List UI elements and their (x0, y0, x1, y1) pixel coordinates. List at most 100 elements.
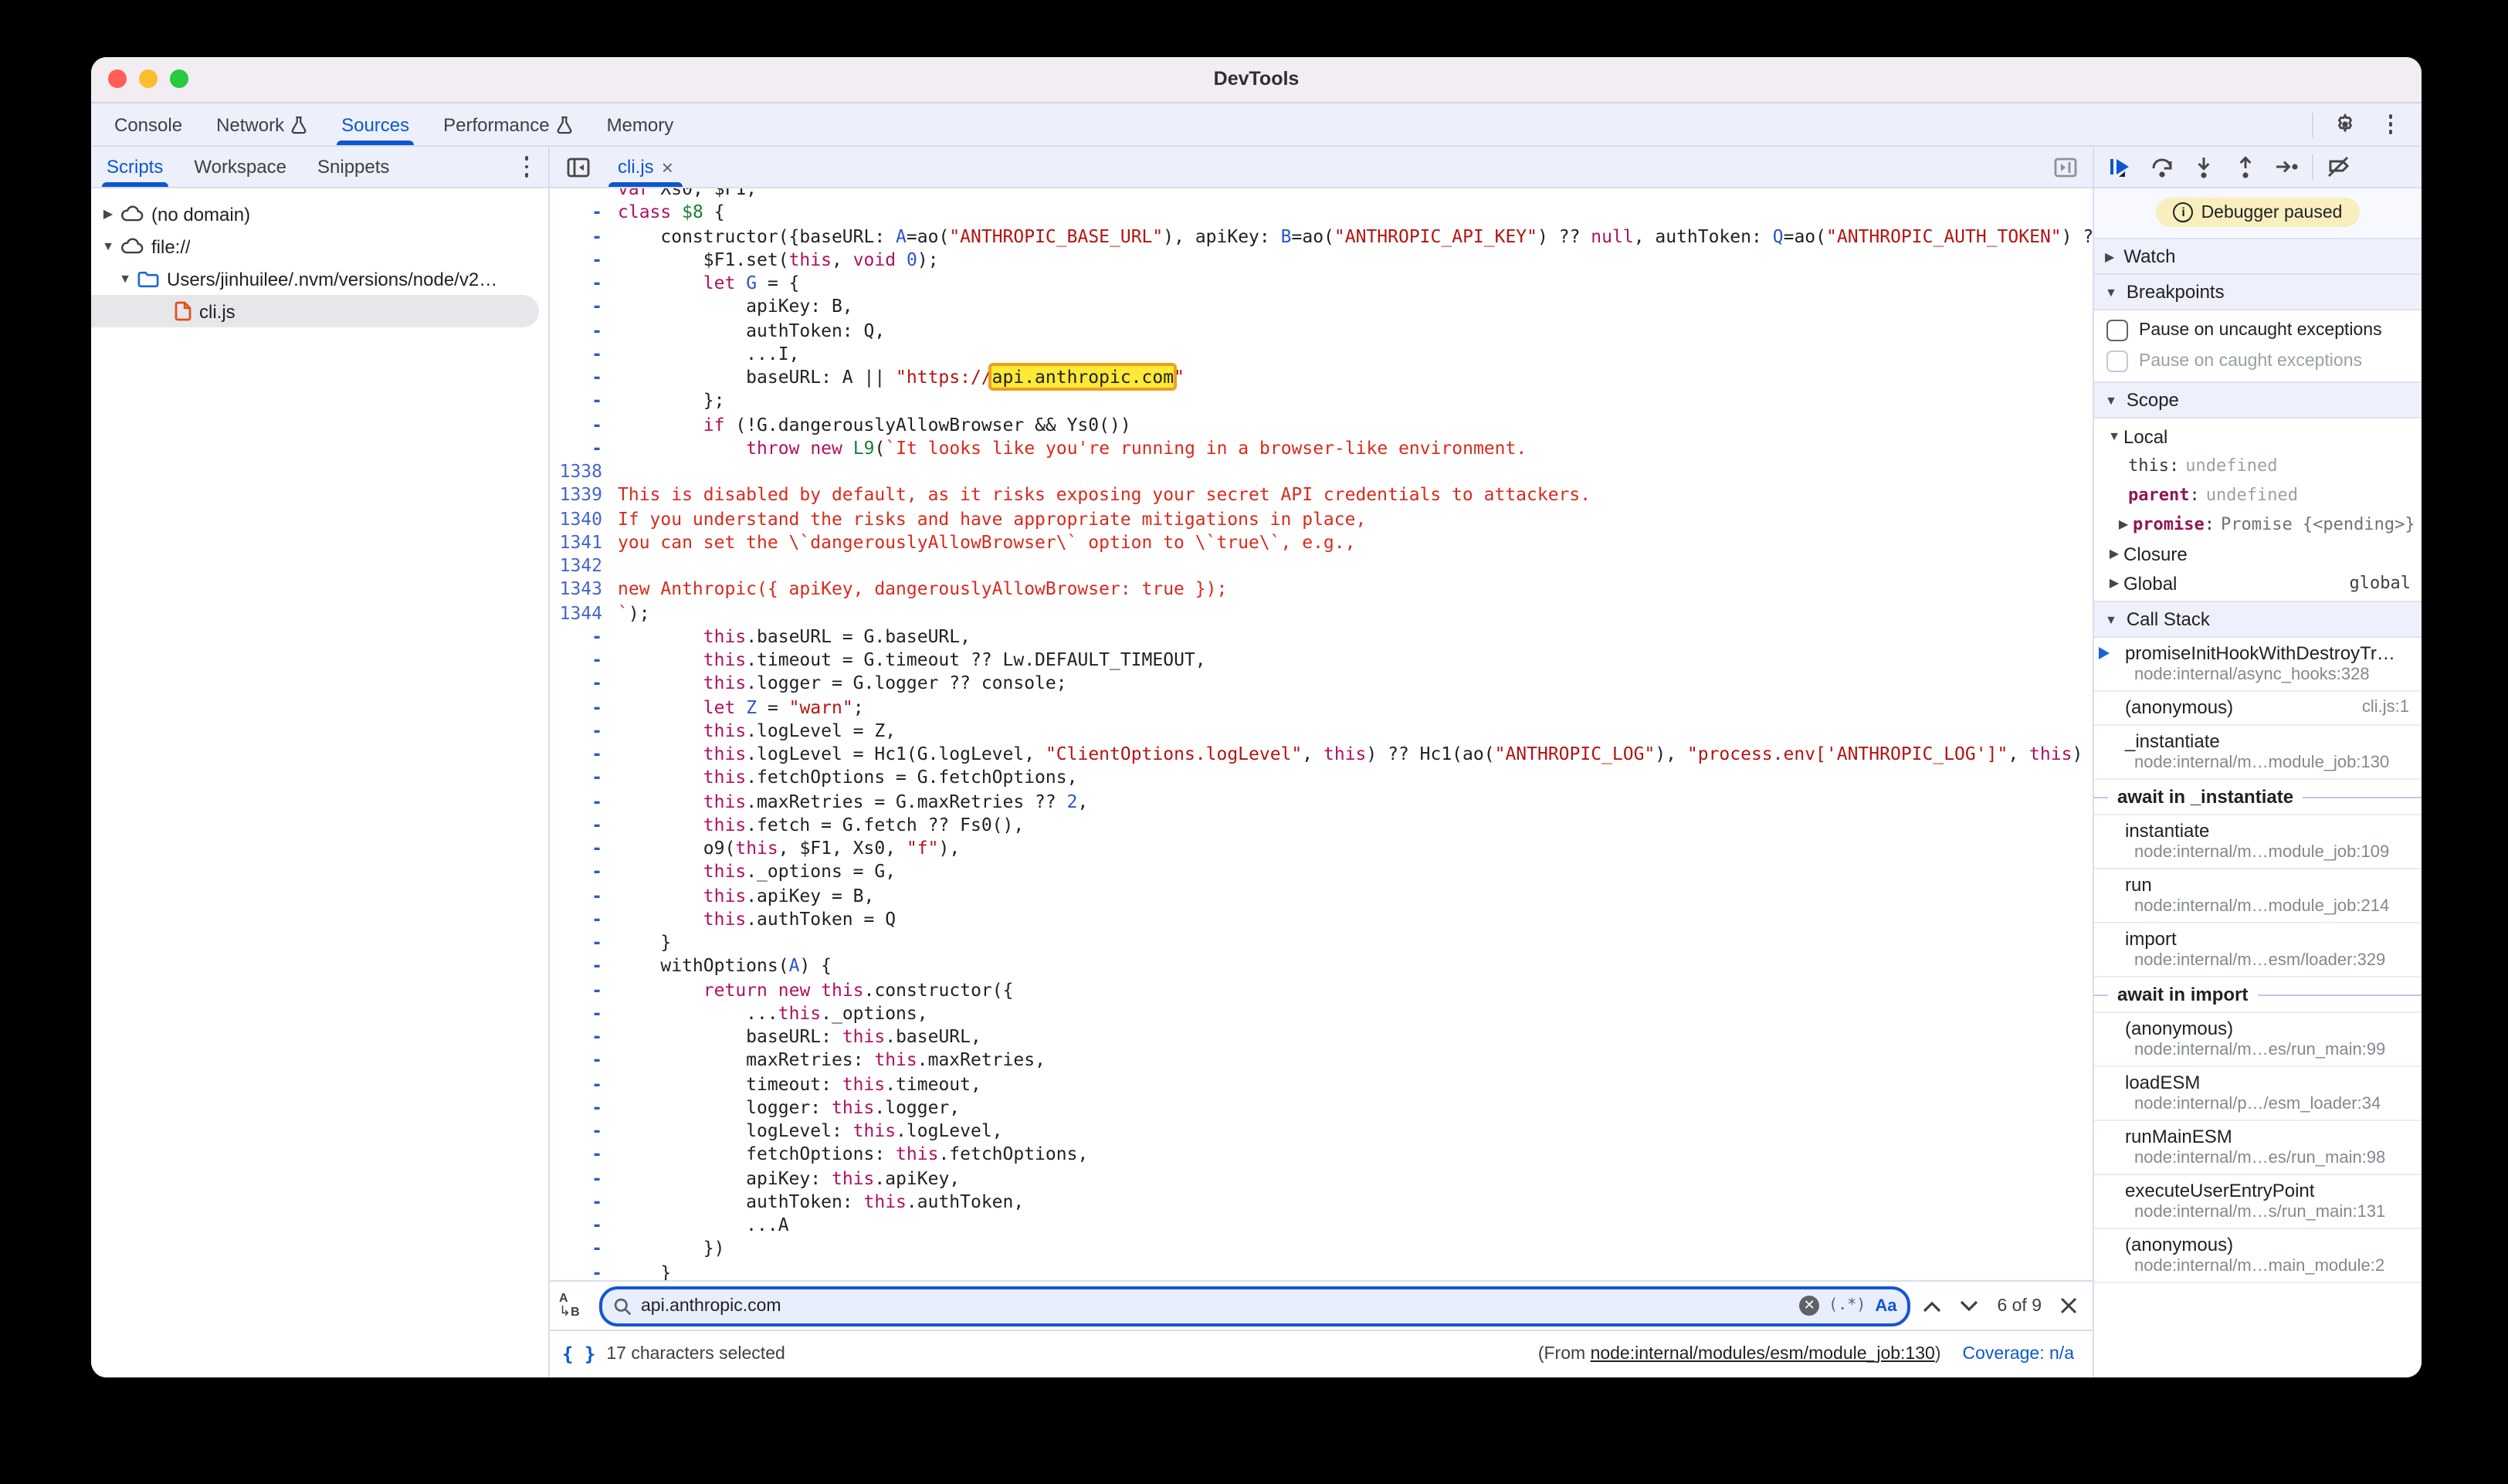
gutter-line[interactable]: - (550, 720, 602, 744)
scope-row[interactable]: ▶promise:Promise {<pending>} (2094, 510, 2422, 539)
breakpoints-section-header[interactable]: ▼ Breakpoints (2094, 275, 2422, 310)
scope-section-header[interactable]: ▼ Scope (2094, 381, 2422, 418)
scope-row[interactable]: ▼Local (2094, 422, 2422, 451)
gutter-line[interactable]: - (550, 319, 602, 343)
navigator-tab-workspace[interactable]: Workspace (178, 147, 302, 187)
gutter-line[interactable]: - (550, 343, 602, 367)
gutter-line[interactable]: - (550, 884, 602, 908)
gutter-line[interactable]: - (550, 1167, 602, 1191)
call-stack-frame[interactable]: (anonymous)cli.js:1 (2094, 692, 2422, 726)
gutter-line[interactable]: - (550, 673, 602, 696)
gutter-line[interactable]: - (550, 1072, 602, 1096)
gutter-line[interactable]: - (550, 814, 602, 838)
gutter-line[interactable]: - (550, 202, 602, 225)
deactivate-breakpoints-icon[interactable] (2321, 151, 2355, 182)
coverage-link[interactable]: Coverage: n/a (1963, 1345, 2075, 1364)
match-case-toggle[interactable]: Aa (1875, 1296, 1896, 1315)
gutter-line[interactable]: 1344 (550, 601, 602, 625)
chevron-right-icon[interactable]: ▶ (2105, 576, 2123, 590)
gutter-line[interactable] (550, 188, 602, 202)
resume-script-icon[interactable] (2103, 151, 2137, 182)
gutter-line[interactable]: 1339 (550, 484, 602, 508)
tree-item-cli-js[interactable]: cli.js (91, 295, 539, 327)
gutter-line[interactable]: - (550, 1096, 602, 1120)
toggle-replace-icon[interactable]: A↳B (559, 1293, 587, 1319)
call-stack-frame[interactable]: loadESMnode:internal/p…/esm_loader:34 (2094, 1067, 2422, 1121)
call-stack-frame[interactable]: executeUserEntryPointnode:internal/m…s/r… (2094, 1175, 2422, 1229)
gutter-line[interactable]: - (550, 413, 602, 437)
gutter-line[interactable]: - (550, 272, 602, 296)
gutter-line[interactable]: - (550, 390, 602, 414)
gutter-line[interactable]: - (550, 908, 602, 932)
gutter-line[interactable]: - (550, 1191, 602, 1215)
step-over-icon[interactable] (2145, 151, 2179, 182)
next-match-icon[interactable] (1960, 1299, 1978, 1312)
main-tab-performance[interactable]: Performance (426, 103, 589, 145)
scope-row[interactable]: parent:undefined (2094, 480, 2422, 510)
gutter-line[interactable]: - (550, 366, 602, 390)
gutter-line[interactable]: - (550, 861, 602, 885)
line-number-gutter[interactable]: -----------1338133913401341134213431344-… (550, 188, 610, 1280)
close-tab-icon[interactable]: × (662, 157, 673, 177)
call-stack-frame[interactable]: _instantiatenode:internal/m…module_job:1… (2094, 726, 2422, 780)
gutter-line[interactable]: 1338 (550, 460, 602, 484)
gutter-line[interactable]: - (550, 1261, 602, 1280)
chevron-down-icon[interactable]: ▼ (116, 272, 134, 286)
tree-item--no-domain-[interactable]: ▶(no domain) (91, 198, 548, 230)
call-stack-frame[interactable]: runnode:internal/m…module_job:214 (2094, 869, 2422, 923)
call-stack-frame[interactable]: importnode:internal/m…esm/loader:329 (2094, 923, 2422, 977)
code-editor[interactable]: -----------1338133913401341134213431344-… (550, 188, 2093, 1280)
call-stack-frame[interactable]: (anonymous)node:internal/m…main_module:2 (2094, 1229, 2422, 1283)
regex-toggle[interactable]: (.*) (1828, 1297, 1866, 1314)
gutter-line[interactable]: - (550, 837, 602, 861)
gutter-line[interactable]: - (550, 296, 602, 320)
gutter-line[interactable]: - (550, 625, 602, 649)
breakpoint-option[interactable]: Pause on uncaught exceptions (2094, 315, 2422, 346)
settings-gear-icon[interactable] (2329, 109, 2360, 140)
watch-section-header[interactable]: ▶ Watch (2094, 238, 2422, 275)
gutter-line[interactable]: - (550, 1120, 602, 1143)
call-stack-frame[interactable]: (anonymous)node:internal/m…es/run_main:9… (2094, 1013, 2422, 1067)
call-stack-frame[interactable]: runMainESMnode:internal/m…es/run_main:98 (2094, 1121, 2422, 1175)
gutter-line[interactable]: - (550, 1143, 602, 1167)
gutter-line[interactable]: - (550, 1002, 602, 1026)
previous-match-icon[interactable] (1923, 1299, 1941, 1312)
call-stack-frame[interactable]: instantiatenode:internal/m…module_job:10… (2094, 815, 2422, 869)
gutter-line[interactable]: 1341 (550, 531, 602, 555)
pretty-print-button[interactable]: { } (562, 1343, 595, 1365)
navigator-tab-scripts[interactable]: Scripts (91, 147, 178, 187)
gutter-line[interactable]: - (550, 978, 602, 1002)
tree-item-file-[interactable]: ▼file:// (91, 230, 548, 263)
clear-search-icon[interactable]: ✕ (1799, 1296, 1819, 1316)
chevron-right-icon[interactable]: ▶ (2114, 517, 2133, 531)
gutter-line[interactable]: - (550, 1025, 602, 1049)
gutter-line[interactable]: - (550, 437, 602, 461)
step-icon[interactable] (2270, 151, 2304, 182)
main-tab-sources[interactable]: Sources (324, 103, 426, 145)
scope-row[interactable]: ▶Globalglobal (2094, 568, 2422, 598)
gutter-line[interactable]: - (550, 743, 602, 767)
chevron-right-icon[interactable]: ▶ (99, 207, 117, 221)
gutter-line[interactable]: 1342 (550, 554, 602, 578)
close-find-bar-icon[interactable] (2060, 1297, 2077, 1314)
gutter-line[interactable]: - (550, 790, 602, 814)
gutter-line[interactable]: 1340 (550, 507, 602, 531)
step-out-icon[interactable] (2228, 151, 2262, 182)
tree-item-users-jinhuilee-nvm-versions-node-v2-[interactable]: ▼Users/jinhuilee/.nvm/versions/node/v2… (91, 263, 548, 295)
chevron-down-icon[interactable]: ▼ (2105, 429, 2123, 443)
source-origin-link[interactable]: node:internal/modules/esm/module_job:130 (1591, 1345, 1935, 1364)
call-stack-section-header[interactable]: ▼ Call Stack (2094, 601, 2422, 638)
chevron-right-icon[interactable]: ▶ (2105, 547, 2123, 561)
main-tab-network[interactable]: Network (199, 103, 324, 145)
open-in-split-view-icon[interactable] (2049, 151, 2093, 182)
gutter-line[interactable]: - (550, 1049, 602, 1073)
gutter-line[interactable]: - (550, 649, 602, 673)
main-menu-kebab-icon[interactable] (2375, 109, 2406, 140)
chevron-down-icon[interactable]: ▼ (99, 239, 117, 253)
toggle-navigator-icon[interactable] (562, 151, 593, 182)
gutter-line[interactable]: - (550, 1238, 602, 1262)
scope-row[interactable]: this:undefined (2094, 451, 2422, 480)
editor-tab-clijs[interactable]: cli.js × (602, 147, 689, 187)
breakpoint-option[interactable]: Pause on caught exceptions (2094, 346, 2422, 377)
gutter-line[interactable]: - (550, 696, 602, 720)
